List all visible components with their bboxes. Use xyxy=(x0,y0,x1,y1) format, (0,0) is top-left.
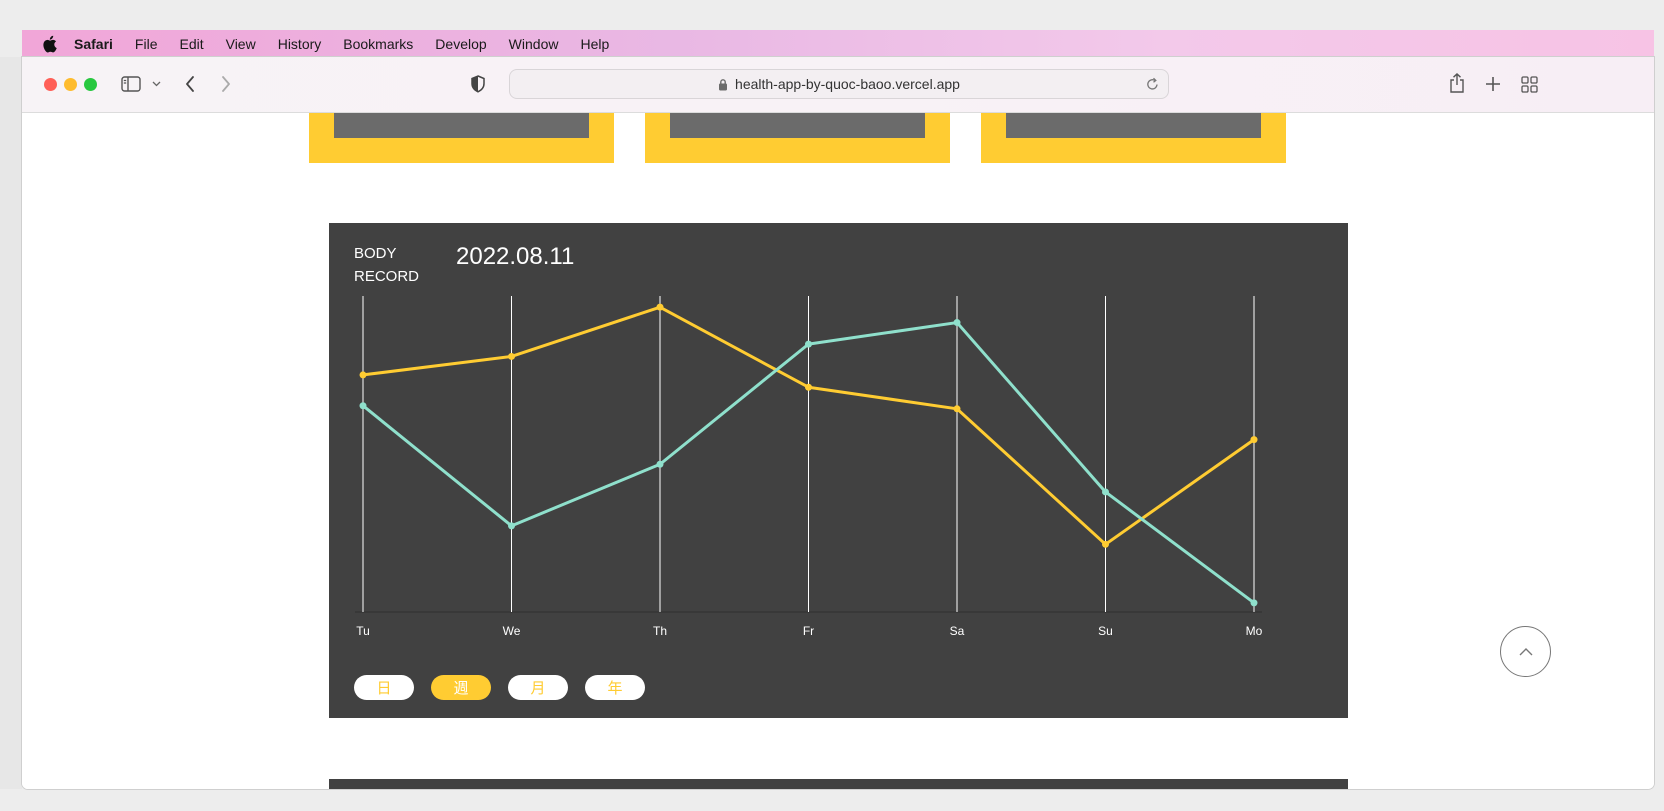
record-title-line2: RECORD xyxy=(354,268,420,285)
page-content: Tu We Th Fr Sa Su Mo BODY RECORD 2022.08.11 日 … xyxy=(22,113,1654,789)
chevron-up-icon xyxy=(1518,647,1534,657)
record-date: 2022.08.11 xyxy=(456,243,575,270)
x-tick-label: Th xyxy=(653,624,667,638)
photo-card[interactable] xyxy=(309,113,614,163)
share-icon[interactable] xyxy=(1446,70,1468,96)
tab-overview-icon[interactable] xyxy=(1518,73,1540,95)
x-tick-label: Su xyxy=(1098,624,1113,638)
close-window-button[interactable] xyxy=(44,78,57,91)
chevron-down-icon[interactable] xyxy=(150,77,162,91)
data-point xyxy=(359,371,367,379)
data-point xyxy=(1250,599,1258,607)
lock-icon xyxy=(718,78,728,91)
data-point xyxy=(508,522,515,530)
desktop-edge xyxy=(0,57,22,789)
privacy-shield-icon[interactable] xyxy=(468,73,488,95)
x-tick-label: Mo xyxy=(1246,624,1263,638)
tab-day[interactable]: 日 xyxy=(354,675,414,700)
back-arrow-icon[interactable] xyxy=(180,72,200,96)
body-record-chart: Tu We Th Fr Sa Su Mo xyxy=(355,296,1263,638)
record-title-line1: BODY xyxy=(354,245,397,262)
menu-history[interactable]: History xyxy=(278,36,322,52)
menu-window[interactable]: Window xyxy=(509,36,559,52)
data-point xyxy=(805,340,812,348)
data-point xyxy=(1250,436,1258,444)
tab-week[interactable]: 週 xyxy=(431,675,491,700)
address-bar[interactable]: health-app-by-quoc-baoo.vercel.app xyxy=(509,69,1169,99)
menu-develop[interactable]: Develop xyxy=(435,36,486,52)
record-title: BODY RECORD xyxy=(354,242,419,288)
url-text: health-app-by-quoc-baoo.vercel.app xyxy=(735,76,960,92)
data-point xyxy=(1102,488,1109,496)
photo-card[interactable] xyxy=(981,113,1286,163)
data-point xyxy=(805,383,812,391)
tab-year[interactable]: 年 xyxy=(585,675,645,700)
menu-bookmarks[interactable]: Bookmarks xyxy=(343,36,413,52)
tab-month[interactable]: 月 xyxy=(508,675,568,700)
data-point xyxy=(359,402,367,410)
data-point xyxy=(508,352,515,360)
x-tick-label: Fr xyxy=(803,624,814,638)
browser-window: health-app-by-quoc-baoo.vercel.app Tu We T… xyxy=(22,57,1654,789)
data-point xyxy=(656,303,664,311)
minimize-window-button[interactable] xyxy=(64,78,77,91)
reload-icon[interactable] xyxy=(1144,76,1160,92)
menu-edit[interactable]: Edit xyxy=(179,36,203,52)
apple-icon[interactable] xyxy=(42,35,60,53)
menu-app-name[interactable]: Safari xyxy=(74,36,113,52)
sidebar-icon[interactable] xyxy=(120,73,142,95)
scroll-to-top-button[interactable] xyxy=(1500,626,1551,677)
card-image xyxy=(1006,113,1261,138)
menu-file[interactable]: File xyxy=(135,36,158,52)
menu-help[interactable]: Help xyxy=(580,36,609,52)
period-tabs: 日 週 月 年 xyxy=(354,675,645,700)
zoom-window-button[interactable] xyxy=(84,78,97,91)
next-section-panel xyxy=(329,779,1348,789)
data-point xyxy=(656,460,664,468)
data-point xyxy=(953,405,961,413)
menu-view[interactable]: View xyxy=(226,36,256,52)
x-tick-label: We xyxy=(503,624,521,638)
new-tab-icon[interactable] xyxy=(1482,73,1504,95)
x-tick-label: Sa xyxy=(950,624,965,638)
data-point xyxy=(1102,540,1109,548)
browser-toolbar: health-app-by-quoc-baoo.vercel.app xyxy=(22,57,1654,113)
card-image xyxy=(334,113,589,138)
data-point xyxy=(953,319,961,327)
card-image xyxy=(670,113,925,138)
body-record-panel: Tu We Th Fr Sa Su Mo BODY RECORD 2022.08.11 日 … xyxy=(329,223,1348,718)
x-tick-label: Tu xyxy=(356,624,370,638)
mac-menubar: Safari File Edit View History Bookmarks … xyxy=(22,30,1654,57)
forward-arrow-icon[interactable] xyxy=(216,72,236,96)
photo-card[interactable] xyxy=(645,113,950,163)
